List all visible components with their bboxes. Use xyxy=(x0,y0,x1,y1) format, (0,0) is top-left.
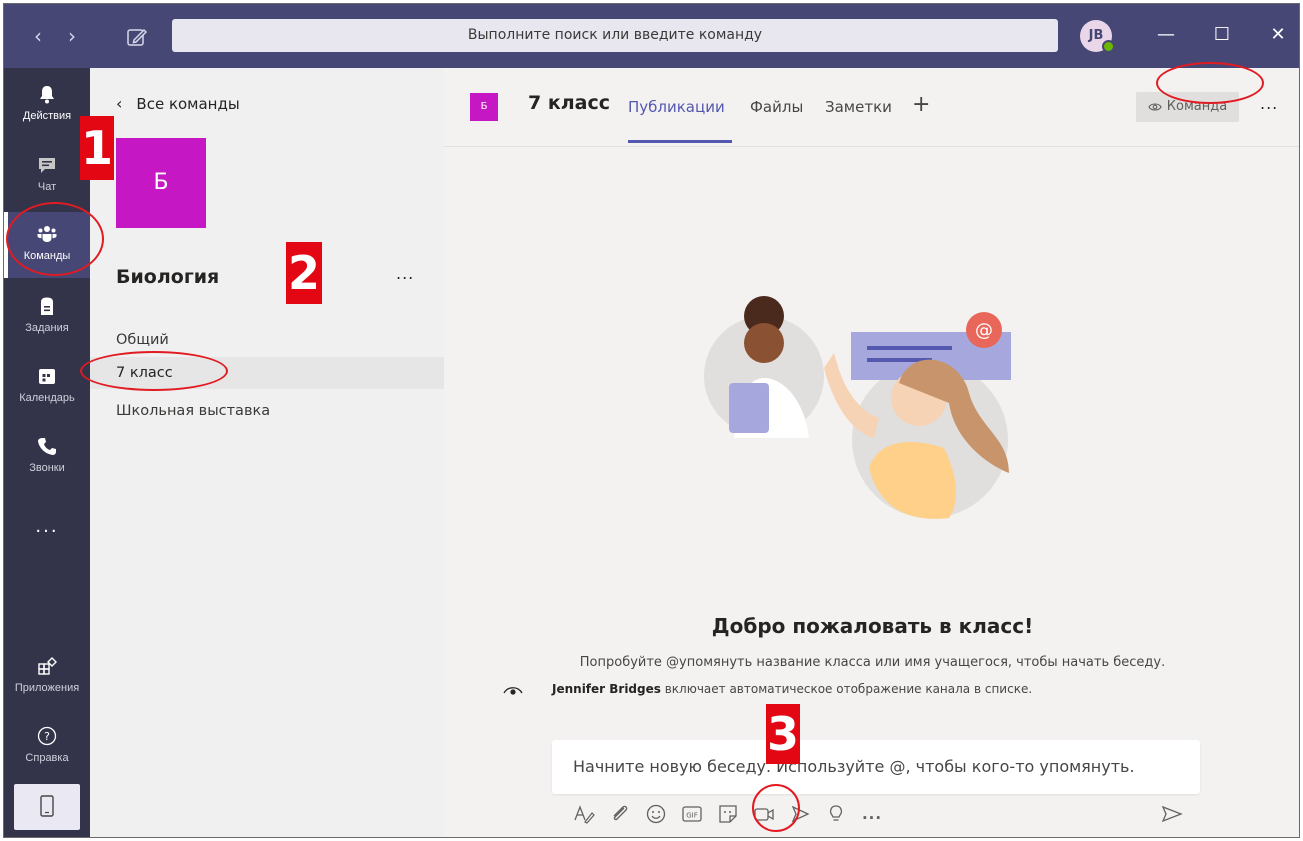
more-icon[interactable]: ... xyxy=(860,802,884,826)
rail-label: Чат xyxy=(37,181,57,193)
annotation-oval-meet xyxy=(752,784,800,832)
mobile-phone-icon xyxy=(40,795,54,817)
eye-icon xyxy=(503,686,523,695)
mobile-app-button[interactable] xyxy=(14,784,80,830)
team-name: Биология xyxy=(116,266,220,288)
new-conversation-input[interactable]: Начните новую беседу. Используйте @, что… xyxy=(552,740,1200,794)
add-tab-icon[interactable]: + xyxy=(912,92,930,117)
rail-more-icon[interactable]: ... xyxy=(4,516,90,537)
app-rail: Действия Чат Команды Задания Календарь З… xyxy=(4,68,90,837)
active-tab-indicator xyxy=(628,140,732,143)
channel-more-icon[interactable]: ... xyxy=(1260,94,1278,113)
back-arrow-icon[interactable]: ‹ xyxy=(26,22,50,50)
rail-item-activity[interactable]: Действия xyxy=(4,72,90,138)
info-text: включает автоматическое отображение кана… xyxy=(660,682,1033,696)
send-icon[interactable] xyxy=(1160,802,1184,826)
assignments-icon xyxy=(41,297,53,315)
rail-item-chat[interactable]: Чат xyxy=(4,143,90,209)
rail-label: Приложения xyxy=(14,682,80,694)
bell-icon xyxy=(40,86,54,104)
team-avatar: Б xyxy=(116,138,206,228)
welcome-illustration: @ xyxy=(704,296,1011,519)
presence-available-icon xyxy=(1102,40,1115,53)
tab-notes[interactable]: Заметки xyxy=(825,98,892,116)
channel-school-exhibition[interactable]: Школьная выставка xyxy=(90,395,444,427)
channel-title: 7 класс xyxy=(528,92,610,114)
rail-item-calls[interactable]: Звонки xyxy=(4,424,90,490)
minimize-icon[interactable]: — xyxy=(1151,20,1181,50)
welcome-subtitle: Попробуйте @упомянуть название класса ил… xyxy=(579,655,1166,670)
phone-icon xyxy=(38,438,56,455)
rail-item-apps[interactable]: Приложения xyxy=(4,644,90,710)
teams-window: ‹ › Выполните поиск или введите команду … xyxy=(3,3,1300,838)
close-icon[interactable]: ✕ xyxy=(1263,20,1293,50)
rail-item-help[interactable]: ? Справка xyxy=(4,714,90,780)
attach-icon[interactable] xyxy=(608,802,632,826)
title-bar: ‹ › Выполните поиск или введите команду … xyxy=(4,4,1299,68)
apps-icon xyxy=(38,657,57,675)
rail-label: Действия xyxy=(22,110,72,122)
chevron-left-icon: ‹ xyxy=(116,94,123,113)
annotation-marker-1: 1 xyxy=(80,116,114,180)
all-teams-link[interactable]: ‹ Все команды xyxy=(116,94,240,113)
welcome-title: Добро пожаловать в класс! xyxy=(711,614,1034,638)
rail-label: Календарь xyxy=(19,392,75,404)
channel-view: Б 7 класс Публикации Файлы Заметки + Ком… xyxy=(444,68,1299,837)
rail-label: Задания xyxy=(25,322,69,334)
annotation-oval-channel xyxy=(80,351,228,391)
chat-icon xyxy=(39,158,55,173)
rail-label: Звонки xyxy=(29,462,65,474)
new-chat-icon[interactable] xyxy=(124,24,150,50)
rail-item-assignments[interactable]: Задания xyxy=(4,284,90,350)
annotation-oval-teams xyxy=(6,202,104,276)
svg-text:?: ? xyxy=(44,730,50,743)
team-mini-avatar: Б xyxy=(470,93,498,121)
emoji-icon[interactable] xyxy=(644,802,668,826)
sticker-icon[interactable] xyxy=(716,802,740,826)
calendar-icon xyxy=(39,369,55,384)
svg-text:GIF: GIF xyxy=(686,812,698,820)
maximize-icon[interactable]: ☐ xyxy=(1207,20,1237,50)
annotation-marker-2: 2 xyxy=(286,242,322,304)
team-panel: ‹ Все команды Б Биология ... Общий 7 клас… xyxy=(90,68,444,837)
svg-text:@: @ xyxy=(975,320,993,341)
idea-icon[interactable] xyxy=(824,802,848,826)
channel-info-row: Jennifer Bridges включает автоматическое… xyxy=(502,682,1032,696)
rail-item-calendar[interactable]: Календарь xyxy=(4,354,90,420)
team-more-icon[interactable]: ... xyxy=(396,264,414,283)
annotation-marker-3: 3 xyxy=(766,704,800,764)
user-name: Jennifer Bridges xyxy=(552,682,661,696)
tab-posts[interactable]: Публикации xyxy=(628,98,725,116)
forward-arrow-icon[interactable]: › xyxy=(60,22,84,50)
all-teams-label: Все команды xyxy=(136,95,240,113)
help-icon: ? xyxy=(37,726,57,746)
search-input[interactable]: Выполните поиск или введите команду xyxy=(172,19,1058,52)
tab-files[interactable]: Файлы xyxy=(750,98,803,116)
annotation-oval-team-button xyxy=(1156,62,1264,104)
eye-icon xyxy=(1148,102,1162,111)
gif-icon[interactable]: GIF xyxy=(680,802,704,826)
rail-label: Справка xyxy=(25,752,69,764)
format-icon[interactable] xyxy=(572,802,596,826)
